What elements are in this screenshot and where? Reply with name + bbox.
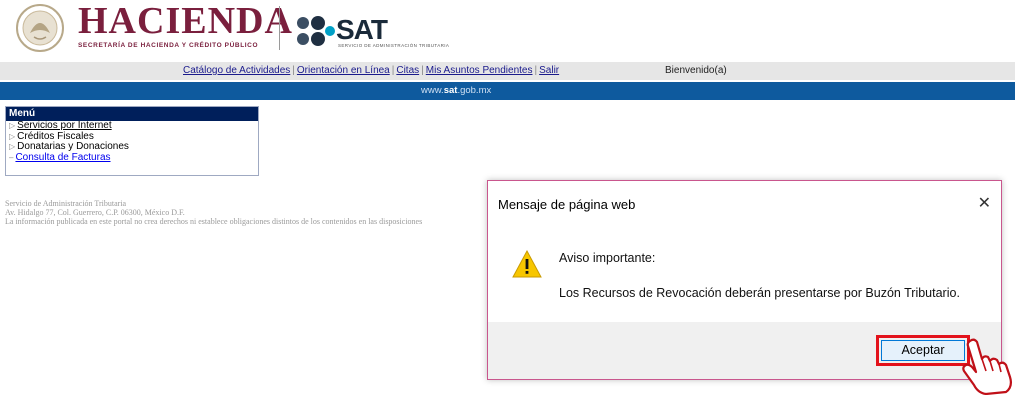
- dialog-footer: Aceptar: [488, 322, 1001, 379]
- site-header: HACIENDA SECRETARÍA DE HACIENDA Y CRÉDIT…: [0, 0, 1029, 58]
- nav-separator: |: [421, 65, 424, 76]
- dialog-heading: Aviso importante:: [559, 251, 656, 265]
- menu-item-label: Consulta de Facturas: [15, 151, 111, 163]
- warning-icon: [512, 250, 542, 278]
- footer-line: Servicio de Administración Tributaria: [5, 199, 127, 208]
- accept-button[interactable]: Aceptar: [876, 335, 970, 366]
- menu-title: Menú: [6, 107, 258, 121]
- url-suffix: .gob.mx: [457, 85, 492, 96]
- menu-item-label: Servicios por Internet: [17, 120, 112, 131]
- triangle-right-icon: ▷: [9, 142, 16, 151]
- dialog-body: Aviso importante: Los Recursos de Revoca…: [488, 222, 1001, 322]
- url-prefix: www.: [421, 85, 444, 96]
- nav-link-orientacion[interactable]: Orientación en Línea: [297, 65, 390, 76]
- nav-separator: |: [292, 65, 295, 76]
- nav-link-catalogo[interactable]: Catálogo de Actividades: [183, 65, 290, 76]
- top-navigation: Catálogo de Actividades | Orientación en L…: [0, 62, 1015, 80]
- sat-logo-icon: [297, 16, 335, 46]
- triangle-right-icon: ▷: [9, 131, 16, 141]
- welcome-text: Bienvenido(a): [665, 65, 727, 76]
- dash-icon: –: [9, 152, 14, 162]
- site-url: www.sat.gob.mx: [421, 85, 491, 96]
- nav-link-asuntos[interactable]: Mis Asuntos Pendientes: [426, 65, 533, 76]
- hacienda-logo-text: HACIENDA: [78, 0, 293, 42]
- dialog-message: Los Recursos de Revocación deberán prese…: [559, 286, 960, 300]
- menu-item-label: Créditos Fiscales: [17, 130, 94, 142]
- menu-item-label: Donatarias y Donaciones: [17, 141, 129, 152]
- header-divider: [279, 6, 280, 50]
- menu-item-facturas[interactable]: – Consulta de Facturas: [6, 151, 258, 164]
- nav-link-salir[interactable]: Salir: [539, 65, 559, 76]
- message-dialog: Mensaje de página web ✕ Aviso importante…: [487, 180, 1002, 380]
- pointer-hand-icon: [962, 338, 1012, 395]
- side-menu: Menú ▷ Servicios por Internet ▷ Créditos F…: [5, 106, 259, 176]
- nav-link-citas[interactable]: Citas: [396, 65, 419, 76]
- site-banner: www.sat.gob.mx: [0, 82, 1015, 100]
- nav-separator: |: [534, 65, 538, 76]
- footer-line: Av. Hidalgo 77, Col. Guerrero, C.P. 0630…: [5, 208, 185, 217]
- sat-logo-subtitle: SERVICIO DE ADMINISTRACIÓN TRIBUTARIA: [338, 43, 450, 48]
- nav-links: Catálogo de Actividades | Orientación en L…: [183, 65, 559, 76]
- footer-line: La información publicada en este portal …: [5, 217, 423, 226]
- triangle-right-icon: ▷: [9, 121, 16, 130]
- sat-logo-text: SAT: [336, 14, 388, 45]
- dialog-title: Mensaje de página web: [498, 197, 636, 212]
- page-footer: Servicio de Administración Tributaria Av…: [5, 199, 483, 226]
- nav-separator: |: [391, 65, 395, 76]
- close-icon[interactable]: ✕: [978, 193, 991, 213]
- hacienda-logo-subtitle: SECRETARÍA DE HACIENDA Y CRÉDITO PÚBLICO: [78, 42, 259, 49]
- mexico-seal-logo: [16, 4, 64, 52]
- url-brand: sat: [443, 85, 458, 96]
